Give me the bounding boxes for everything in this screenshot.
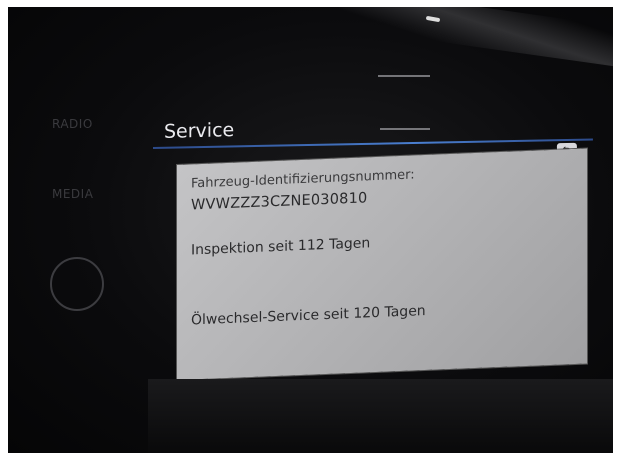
- infotainment-screen-photo: RADIO MEDIA Service ⮌ Fahrzeug-Identifiz…: [8, 7, 613, 453]
- screen-bottom-area: [148, 379, 613, 453]
- oil-change-status: Ölwechsel-Service seit 120 Tagen: [191, 303, 426, 329]
- menu-item-radio[interactable]: RADIO: [52, 117, 93, 131]
- inspection-status: Inspektion seit 112 Tagen: [191, 235, 371, 259]
- menu-item-media[interactable]: MEDIA: [52, 187, 93, 201]
- vin-value: WVWZZZ3CZNE030810: [191, 190, 368, 214]
- reflection-line: [378, 75, 430, 77]
- screen-glare: [336, 7, 613, 67]
- left-menu: RADIO MEDIA: [8, 7, 158, 453]
- page-title: Service: [164, 119, 235, 143]
- vin-label: Fahrzeug-Identifizierungsnummer:: [191, 167, 415, 192]
- volume-knob-icon[interactable]: [50, 257, 104, 311]
- reflection-line: [380, 128, 430, 130]
- service-info-panel: Fahrzeug-Identifizierungsnummer: WVWZZZ3…: [177, 148, 587, 380]
